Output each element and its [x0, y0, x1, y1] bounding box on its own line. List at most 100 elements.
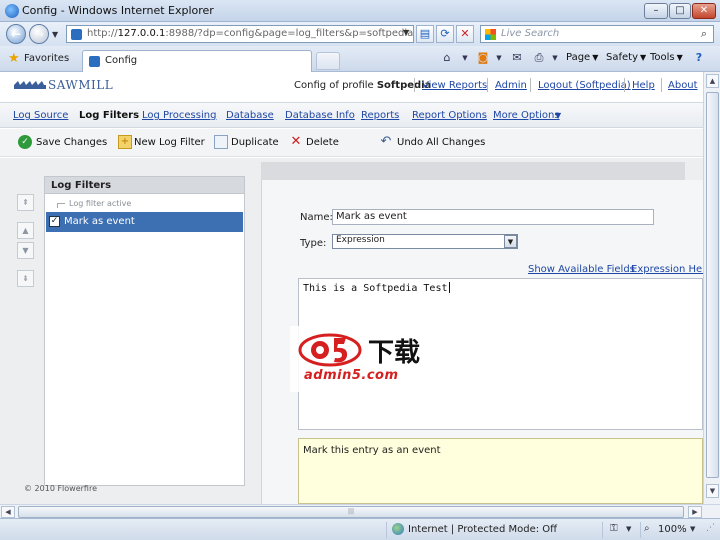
- content-area: ⇞ ▲ ▼ ⇟ Log Filters Log filter active ✓ …: [0, 158, 703, 504]
- favorites-star-icon[interactable]: ★: [8, 51, 20, 66]
- search-box[interactable]: Live Search ⌕: [480, 25, 714, 43]
- filter-active-checkbox[interactable]: ✓: [49, 216, 60, 227]
- refresh-icon[interactable]: ⟳: [436, 25, 454, 43]
- logout-link[interactable]: Logout (Softpedia): [538, 80, 631, 91]
- address-toolbar: ← → ▼ http://127.0.0.1:8988/?dp=config&p…: [0, 22, 720, 46]
- expression-help-link[interactable]: Expression Help: [631, 264, 703, 275]
- profile-label: Config of profile Softpedia: [294, 80, 432, 91]
- history-dropdown-icon[interactable]: ▼: [52, 30, 58, 39]
- nav-database[interactable]: Database: [226, 110, 274, 121]
- nav-reports[interactable]: Reports: [361, 110, 399, 121]
- protected-mode-dropdown-icon[interactable]: ▼: [626, 525, 631, 533]
- delete-button[interactable]: Delete: [306, 137, 339, 148]
- list-item[interactable]: ✓ Mark as event: [46, 212, 243, 232]
- nav-log-source[interactable]: Log Source: [13, 110, 68, 121]
- forward-button[interactable]: →: [29, 24, 49, 44]
- divider: [602, 522, 603, 538]
- home-dropdown-icon[interactable]: ▼: [458, 51, 472, 65]
- hscroll-thumb[interactable]: |||: [18, 506, 684, 518]
- zoom-icon[interactable]: ⌕: [644, 523, 650, 534]
- about-link[interactable]: About: [668, 80, 698, 91]
- tools-menu[interactable]: Tools ▼: [650, 52, 683, 63]
- scroll-up-icon[interactable]: ▲: [706, 74, 719, 88]
- save-changes-button[interactable]: Save Changes: [36, 137, 107, 148]
- type-label: Type:: [300, 238, 327, 249]
- type-dropdown-icon[interactable]: ▼: [504, 235, 517, 248]
- move-to-bottom-icon[interactable]: ⇟: [17, 270, 34, 287]
- nav-log-filters[interactable]: Log Filters: [79, 110, 139, 121]
- maximize-button[interactable]: □: [669, 3, 691, 19]
- feeds-dropdown-icon[interactable]: ▼: [492, 51, 506, 65]
- address-dropdown-icon[interactable]: ▼: [403, 28, 409, 37]
- protected-mode-icon[interactable]: ⚿: [610, 523, 618, 534]
- name-field[interactable]: Mark as event: [332, 209, 654, 225]
- new-log-filter-button[interactable]: New Log Filter: [134, 137, 205, 148]
- more-options-dropdown-icon[interactable]: ▼: [555, 111, 561, 120]
- zoom-level[interactable]: 100%: [658, 524, 687, 535]
- vertical-scrollbar[interactable]: ▲ ▼: [703, 72, 720, 504]
- tab-config[interactable]: Config: [82, 50, 312, 72]
- log-filters-list: Log filter active ✓ Mark as event: [44, 194, 245, 486]
- print-dropdown-icon[interactable]: ▼: [548, 51, 562, 65]
- divider: [386, 522, 387, 538]
- resize-grip-icon[interactable]: ⋰: [706, 523, 715, 533]
- nav-more-options[interactable]: More Options: [493, 110, 560, 121]
- action-toolbar: ✓ Save Changes + New Log Filter Duplicat…: [0, 129, 703, 157]
- nav-log-processing[interactable]: Log Processing: [142, 110, 216, 121]
- help-link[interactable]: Help: [632, 80, 655, 91]
- move-to-top-icon[interactable]: ⇞: [17, 194, 34, 211]
- duplicate-button[interactable]: Duplicate: [231, 137, 279, 148]
- internet-zone-icon: [392, 523, 404, 535]
- hint-connector: [57, 203, 65, 208]
- sawmill-logo-icon: [14, 81, 46, 89]
- scroll-left-icon[interactable]: ◀: [1, 506, 15, 518]
- new-filter-icon: +: [118, 135, 132, 149]
- help-icon[interactable]: ?: [692, 51, 706, 65]
- scroll-down-icon[interactable]: ▼: [706, 484, 719, 498]
- divider: [414, 78, 415, 92]
- favorites-button[interactable]: Favorites: [24, 53, 69, 64]
- watermark-overlay: 下载 admin5.com: [290, 326, 430, 392]
- search-icon[interactable]: ⌕: [701, 27, 707, 41]
- sawmill-logo: SAWMILL: [48, 78, 114, 92]
- divider: [487, 78, 488, 92]
- scroll-right-icon[interactable]: ▶: [688, 506, 702, 518]
- address-field[interactable]: http://127.0.0.1:8988/?dp=config&page=lo…: [66, 25, 414, 43]
- feeds-icon[interactable]: ◙: [476, 51, 490, 65]
- minimize-button[interactable]: –: [644, 3, 668, 19]
- back-button[interactable]: ←: [6, 24, 26, 44]
- show-available-fields-link[interactable]: Show Available Fields: [528, 264, 635, 275]
- new-tab-button[interactable]: [316, 52, 340, 70]
- nav-database-info[interactable]: Database Info: [285, 110, 355, 121]
- stop-icon[interactable]: ✕: [456, 25, 474, 43]
- main-nav: Log Source Log Filters Log Processing Da…: [0, 102, 703, 128]
- move-down-icon[interactable]: ▼: [17, 242, 34, 259]
- print-icon[interactable]: ⎙: [532, 51, 546, 65]
- read-mail-icon[interactable]: ✉: [510, 51, 524, 65]
- divider: [624, 78, 625, 92]
- view-reports-link[interactable]: View Reports: [422, 80, 487, 91]
- compatibility-view-icon[interactable]: ▤: [416, 25, 434, 43]
- zoom-dropdown-icon[interactable]: ▼: [690, 525, 695, 533]
- undo-icon: ↶: [380, 134, 392, 149]
- nav-report-options[interactable]: Report Options: [412, 110, 487, 121]
- horizontal-scrollbar[interactable]: ◀ ||| ▶: [0, 504, 720, 518]
- filter-description: Mark this entry as an event: [298, 438, 703, 504]
- scroll-thumb[interactable]: [706, 92, 719, 478]
- page-menu[interactable]: Page ▼: [566, 52, 598, 63]
- admin-link[interactable]: Admin: [495, 80, 527, 91]
- copyright: © 2010 Flowerfire: [24, 484, 97, 493]
- safety-menu[interactable]: Safety ▼: [606, 52, 646, 63]
- save-check-icon: ✓: [18, 135, 32, 149]
- divider: [640, 522, 641, 538]
- undo-all-changes-button[interactable]: Undo All Changes: [397, 137, 485, 148]
- watermark-url: admin5.com: [304, 368, 399, 383]
- close-window-button[interactable]: ✕: [692, 3, 716, 19]
- move-up-icon[interactable]: ▲: [17, 222, 34, 239]
- home-icon[interactable]: ⌂: [440, 51, 454, 65]
- type-select[interactable]: Expression: [332, 234, 518, 249]
- address-text[interactable]: http://127.0.0.1:8988/?dp=config&page=lo…: [87, 28, 413, 39]
- tab-title: Config: [105, 55, 138, 66]
- security-zone-text[interactable]: Internet | Protected Mode: Off: [408, 524, 557, 535]
- search-input[interactable]: Live Search: [501, 28, 559, 39]
